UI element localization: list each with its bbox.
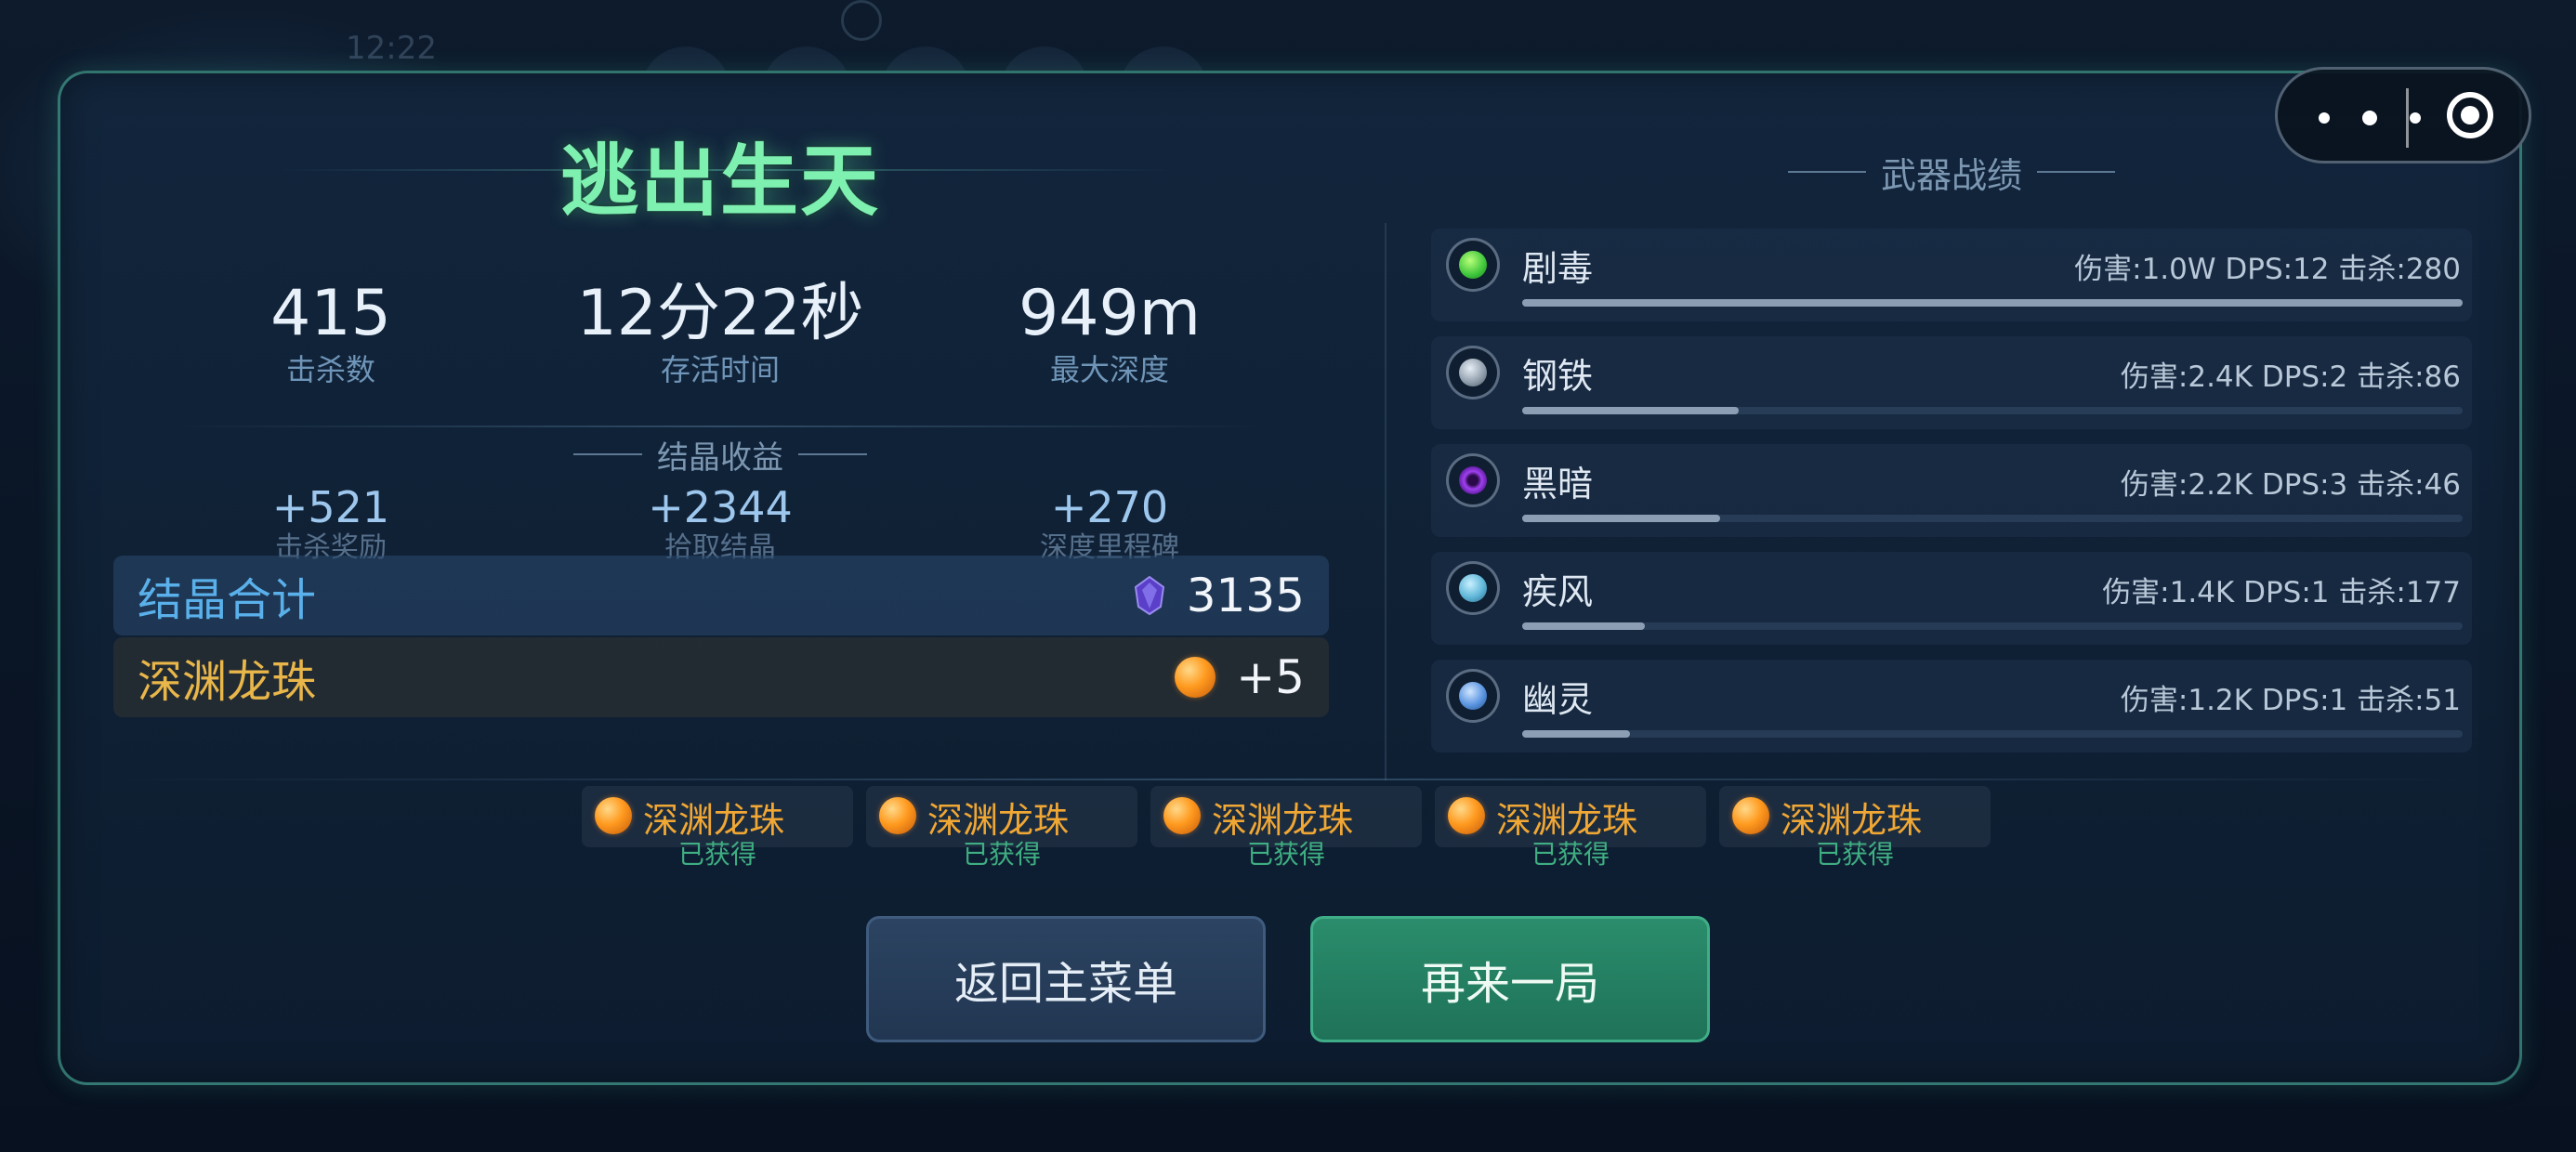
orb-card: 深渊龙珠 已获得 <box>1719 786 1991 870</box>
gain-kill-reward: +521 击杀奖励 <box>136 483 526 565</box>
weapon-stats: 伤害:1.2K DPS:1 击杀:51 <box>2120 684 2461 717</box>
wind-icon <box>1446 561 1500 615</box>
weapon-name: 剧毒 <box>1522 248 1594 289</box>
bottom-divider <box>112 779 2472 780</box>
orb-status: 已获得 <box>962 839 1041 870</box>
target-circle-icon[interactable] <box>2447 92 2493 138</box>
gain-depth-milestone: +270 深度里程碑 <box>914 483 1305 565</box>
weapon-name: 黑暗 <box>1522 464 1594 504</box>
stat-value: 949m <box>1018 277 1202 350</box>
orb-card: 深渊龙珠 已获得 <box>1435 786 1706 870</box>
weapon-damage-track <box>1522 515 2463 522</box>
weapon-damage-bar <box>1522 407 1739 414</box>
weapon-damage-track <box>1522 407 2463 414</box>
stat-survival-time: 12分22秒 存活时间 <box>525 277 915 388</box>
orb-status: 已获得 <box>1246 839 1325 870</box>
stat-label: 击杀数 <box>285 352 375 387</box>
dragon-orb-row: 深渊龙珠 +5 <box>113 637 1329 717</box>
weapon-stats: 伤害:2.2K DPS:3 击杀:46 <box>2120 468 2461 502</box>
weapon-name: 幽灵 <box>1522 679 1594 720</box>
stat-label: 存活时间 <box>660 352 780 387</box>
orb-icon <box>879 797 916 834</box>
dark-icon <box>1446 453 1500 507</box>
weapon-damage-bar <box>1522 515 1720 522</box>
weapon-name: 疾风 <box>1522 571 1594 612</box>
crystal-total-row: 结晶合计 3135 <box>113 556 1329 635</box>
crystal-icon <box>1134 575 1164 616</box>
orb-icon <box>1448 797 1485 834</box>
gain-value: +270 <box>1050 482 1169 532</box>
section-divider <box>177 425 1264 427</box>
stat-value: 415 <box>270 277 391 350</box>
weapon-row: 幽灵 伤害:1.2K DPS:1 击杀:51 <box>1431 660 2472 753</box>
main-menu-button[interactable]: 返回主菜单 <box>866 916 1266 1042</box>
weapon-damage-bar <box>1522 730 1631 738</box>
weapon-stats: 伤害:2.4K DPS:2 击杀:86 <box>2120 360 2461 394</box>
weapon-damage-track <box>1522 730 2463 738</box>
orb-card: 深渊龙珠 已获得 <box>866 786 1137 870</box>
gain-value: +2344 <box>648 482 793 532</box>
steel-icon <box>1446 346 1500 399</box>
weapons-title: 武器战绩 <box>1880 154 2022 196</box>
play-again-button[interactable]: 再来一局 <box>1310 916 1710 1042</box>
weapons-header: 武器战绩 <box>1766 149 2137 196</box>
orb-icon <box>1732 797 1769 834</box>
weapon-damage-track <box>1522 299 2463 307</box>
dragon-orb-label: 深渊龙珠 <box>138 656 317 708</box>
orb-icon <box>595 797 632 834</box>
status-clock: 12:22 <box>346 30 437 67</box>
weapon-damage-track <box>1522 622 2463 630</box>
weapon-row: 疾风 伤害:1.4K DPS:1 击杀:177 <box>1431 552 2472 645</box>
crystal-total-label: 结晶合计 <box>138 574 317 626</box>
stat-label: 最大深度 <box>1049 352 1169 387</box>
weapon-row: 剧毒 伤害:1.0W DPS:12 击杀:280 <box>1431 229 2472 321</box>
orb-status: 已获得 <box>1531 839 1610 870</box>
dragon-orb-value: +5 <box>1236 650 1305 704</box>
weapon-name: 钢铁 <box>1522 356 1594 397</box>
stat-kills: 415 击杀数 <box>136 277 526 388</box>
background-decoration <box>841 0 882 41</box>
orb-card: 深渊龙珠 已获得 <box>1150 786 1422 870</box>
crystal-section-title: 结晶收益 <box>657 439 783 477</box>
ghost-icon <box>1446 669 1500 723</box>
orb-icon <box>1175 657 1216 698</box>
orb-status: 已获得 <box>1815 839 1894 870</box>
weapon-damage-bar <box>1522 299 2463 307</box>
gain-value: +521 <box>271 482 390 532</box>
orb-icon <box>1163 797 1201 834</box>
orb-card: 深渊龙珠 已获得 <box>582 786 853 870</box>
poison-icon <box>1446 238 1500 292</box>
weapon-stats: 伤害:1.0W DPS:12 击杀:280 <box>2074 253 2461 286</box>
gain-pickup: +2344 拾取结晶 <box>525 483 915 565</box>
capsule-divider <box>2406 88 2409 148</box>
weapon-row: 钢铁 伤害:2.4K DPS:2 击杀:86 <box>1431 336 2472 429</box>
result-title: 逃出生天 <box>559 136 880 227</box>
mini-program-capsule <box>2275 67 2531 164</box>
column-divider <box>1385 223 1387 780</box>
weapon-damage-bar <box>1522 622 1645 630</box>
crystal-total-value: 3135 <box>1186 569 1305 622</box>
stat-max-depth: 949m 最大深度 <box>914 277 1305 388</box>
orb-status: 已获得 <box>677 839 756 870</box>
stat-value: 12分22秒 <box>576 277 864 350</box>
weapon-stats: 伤害:1.4K DPS:1 击杀:177 <box>2102 576 2461 609</box>
crystal-section-header: 结晶收益 <box>520 433 920 477</box>
weapon-row: 黑暗 伤害:2.2K DPS:3 击杀:46 <box>1431 444 2472 537</box>
